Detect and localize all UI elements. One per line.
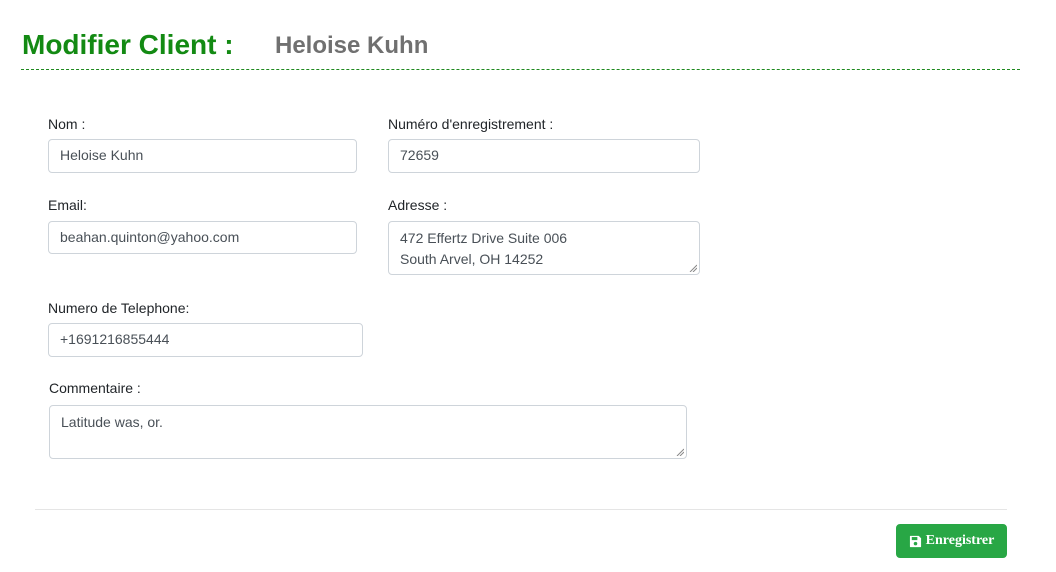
commentaire-text: Latitude was, or. — [61, 414, 163, 430]
numero-enregistrement-label: Numéro d'enregistrement : — [388, 116, 554, 132]
page-header: Modifier Client : Heloise Kuhn — [21, 28, 1020, 70]
telephone-input-value: +1691216855444 — [60, 331, 170, 347]
adresse-label: Adresse : — [388, 197, 448, 213]
save-button[interactable]: Enregistrer — [896, 524, 1007, 558]
commentaire-textarea[interactable]: Latitude was, or. — [49, 405, 687, 459]
nom-input[interactable]: Heloise Kuhn — [48, 139, 357, 173]
numero-enregistrement-input[interactable]: 72659 — [388, 139, 700, 173]
numero-enregistrement-input-value: 72659 — [400, 147, 439, 163]
save-button-label: Enregistrer — [925, 533, 995, 548]
email-input[interactable]: beahan.quinton@yahoo.com — [48, 221, 357, 254]
nom-input-value: Heloise Kuhn — [60, 147, 144, 163]
commentaire-label: Commentaire : — [49, 380, 141, 396]
resize-grip-icon[interactable] — [689, 264, 697, 272]
telephone-label: Numero de Telephone: — [48, 300, 190, 316]
telephone-input[interactable]: +1691216855444 — [48, 323, 363, 357]
nom-label: Nom : — [48, 116, 86, 132]
resize-grip-icon[interactable] — [676, 448, 684, 456]
adresse-textarea[interactable]: 472 Effertz Drive Suite 006 South Arvel,… — [388, 221, 700, 275]
adresse-line-1: 472 Effertz Drive Suite 006 — [400, 230, 568, 246]
page-title: Modifier Client : — [22, 29, 234, 60]
client-name-heading: Heloise Kuhn — [275, 32, 429, 59]
adresse-line-2: South Arvel, OH 14252 — [400, 251, 544, 267]
email-label: Email: — [48, 197, 87, 213]
footer-divider — [35, 509, 1007, 510]
email-input-value: beahan.quinton@yahoo.com — [60, 229, 240, 245]
floppy-disk-icon — [909, 535, 921, 547]
